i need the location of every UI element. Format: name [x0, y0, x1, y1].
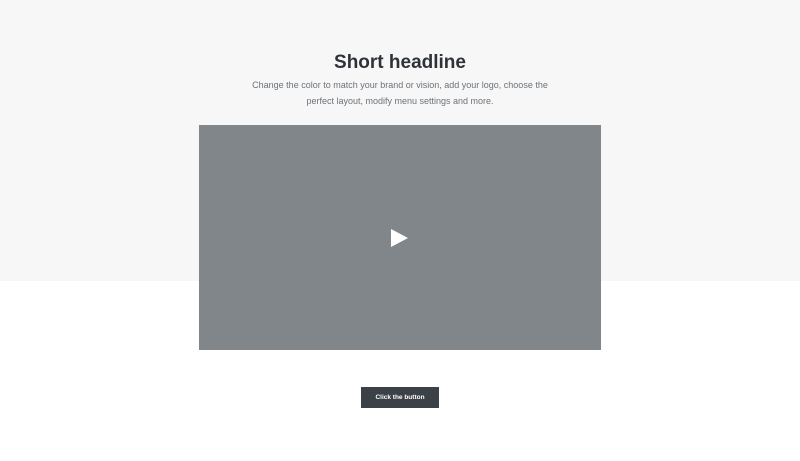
hero-description-line-1: Change the color to match your brand or …: [252, 80, 548, 90]
click-the-button[interactable]: Click the button: [361, 387, 439, 408]
page-headline: Short headline: [334, 52, 466, 73]
hero-description: Change the color to match your brand or …: [250, 78, 550, 109]
hero-description-line-2: perfect layout, modify menu settings and…: [306, 95, 494, 106]
video-player[interactable]: [199, 125, 601, 350]
play-icon[interactable]: [391, 229, 408, 247]
